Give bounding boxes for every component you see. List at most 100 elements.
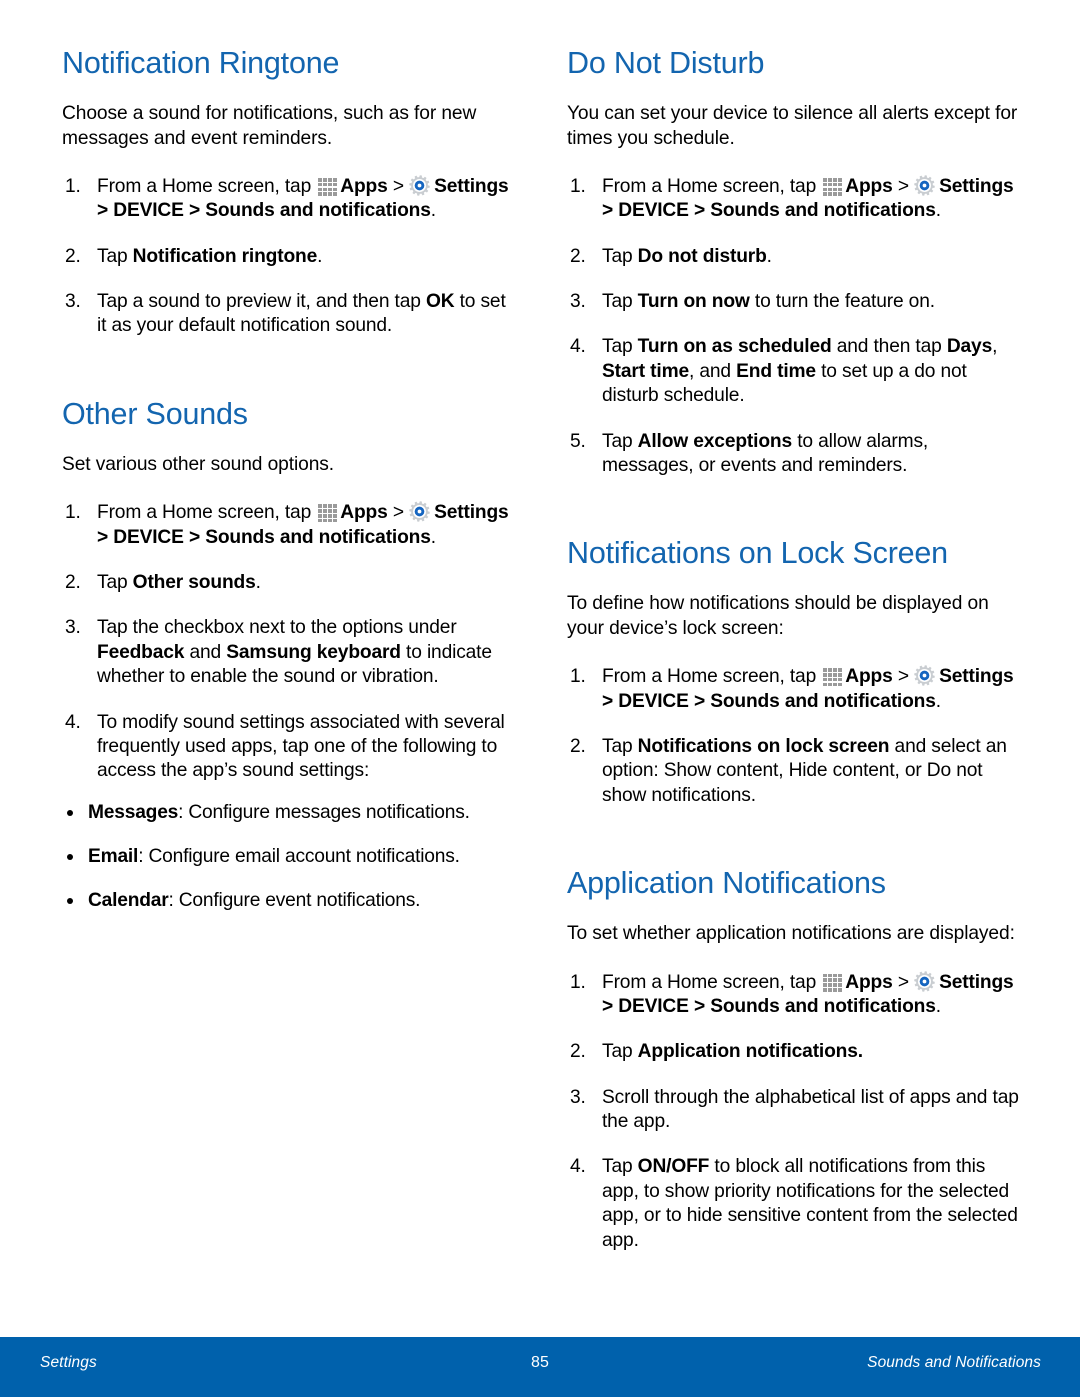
section-heading: Do Not Disturb: [567, 46, 765, 80]
right-column: Do Not Disturb You can set your device to…: [567, 46, 1020, 1253]
step-number: 1.: [570, 971, 586, 993]
instruction-step: 3. Tap the checkbox next to the options u…: [62, 616, 515, 689]
instruction-list: 1. From a Home screen, tap Apps > Setting…: [62, 175, 515, 339]
bullet-text: Email: Configure email account notificat…: [88, 846, 460, 868]
step-text: Tap ON/OFF to block all notifications fr…: [602, 1156, 1018, 1251]
settings-gear-icon: [409, 175, 430, 196]
step-number: 1.: [65, 175, 81, 197]
instruction-step: 2. Tap Notifications on lock screen and s…: [567, 735, 1020, 808]
step-text: From a Home screen, tap: [602, 666, 822, 688]
instruction-step: 1. From a Home screen, tap Apps > Setting…: [62, 501, 515, 550]
footer-section-label: Sounds and Notifications: [867, 1354, 1041, 1371]
apps-grid-icon: [318, 177, 337, 196]
instruction-step: 1. From a Home screen, tap Apps > Setting…: [567, 175, 1020, 224]
bullet-dot-icon: [67, 809, 73, 816]
step-text: Tap Notifications on lock screen and sel…: [602, 735, 1007, 806]
step-separator: >: [892, 175, 915, 197]
instruction-step: 1. From a Home screen, tap Apps > Setting…: [567, 970, 1020, 1020]
step-text: Tap Do not disturb.: [602, 245, 772, 267]
instruction-step: 4. Tap Turn on as scheduled and then tap …: [567, 335, 1020, 408]
settings-gear-icon: [914, 175, 935, 196]
instruction-list: 1. From a Home screen, tap Apps > Setting…: [62, 501, 515, 783]
instruction-step: 1. From a Home screen, tap Apps > Setting…: [62, 175, 515, 224]
step-separator: >: [892, 971, 915, 993]
bullet-list: Messages: Configure messages notificatio…: [62, 801, 515, 914]
step-number: 3.: [570, 1086, 586, 1108]
step-text: From a Home screen, tap: [97, 175, 317, 197]
apps-label: Apps: [845, 666, 893, 688]
step-period: .: [430, 200, 436, 222]
step-text: Tap Notification ringtone.: [97, 245, 323, 267]
step-number: 2.: [570, 245, 586, 267]
instruction-list: 1. From a Home screen, tap Apps > Setting…: [567, 665, 1020, 808]
instruction-step: 3. Scroll through the alphabetical list o…: [567, 1086, 1020, 1135]
step-text: From a Home screen, tap: [602, 175, 822, 197]
section-heading: Application Notifications: [567, 866, 886, 901]
step-text: Tap Allow exceptions to allow alarms, me…: [602, 430, 929, 476]
step-number: 2.: [65, 245, 81, 267]
step-number: 2.: [570, 1041, 586, 1063]
settings-gear-icon: [409, 501, 430, 523]
bullet-text: Messages: Configure messages notificatio…: [88, 801, 470, 823]
step-number: 4.: [570, 336, 586, 358]
step-text: Tap a sound to preview it, and then tap …: [97, 291, 506, 337]
bullet-dot-icon: [67, 898, 73, 905]
settings-gear-icon: [914, 970, 935, 992]
apps-grid-icon: [318, 504, 337, 523]
step-text: Tap Turn on now to turn the feature on.: [602, 291, 935, 313]
manual-page: Notification Ringtone Choose a sound for …: [0, 0, 1080, 1397]
step-period: .: [430, 526, 436, 548]
step-number: 3.: [570, 291, 586, 313]
step-text: To modify sound settings associated with…: [97, 711, 505, 782]
step-text: Tap the checkbox next to the options und…: [97, 617, 492, 688]
settings-gear-icon: [914, 665, 935, 686]
apps-label: Apps: [845, 971, 893, 993]
bullet-item: Calendar: Configure event notifications.: [62, 889, 515, 913]
apps-label: Apps: [340, 175, 388, 197]
instruction-step: 2. Tap Do not disturb.: [567, 245, 1020, 269]
instruction-list: 1. From a Home screen, tap Apps > Setting…: [567, 175, 1020, 478]
instruction-step: 2. Tap Application notifications.: [567, 1040, 1020, 1064]
section-intro: To set whether application notifications…: [567, 923, 1015, 945]
bullet-item: Email: Configure email account notificat…: [62, 845, 515, 869]
instruction-step: 4. To modify sound settings associated wi…: [62, 711, 515, 784]
instruction-step: 2. Tap Notification ringtone.: [62, 245, 515, 269]
step-number: 2.: [570, 735, 586, 757]
instruction-step: 1. From a Home screen, tap Apps > Setting…: [567, 665, 1020, 714]
bullet-item: Messages: Configure messages notificatio…: [62, 801, 515, 825]
step-text: Scroll through the alphabetical list of …: [602, 1086, 1019, 1133]
instruction-list: 1. From a Home screen, tap Apps > Setting…: [567, 970, 1020, 1253]
step-number: 1.: [570, 666, 586, 688]
section-heading: Notifications on Lock Screen: [567, 536, 948, 571]
bullet-dot-icon: [67, 854, 73, 861]
step-text: Tap Turn on as scheduled and then tap Da…: [602, 336, 998, 407]
step-number: 4.: [65, 711, 81, 733]
step-period: .: [935, 995, 941, 1017]
apps-grid-icon: [823, 973, 842, 992]
step-text: Tap Application notifications.: [602, 1041, 863, 1063]
instruction-step: 3. Tap Turn on now to turn the feature on…: [567, 290, 1020, 314]
page-footer: Settings 85 Sounds and Notifications: [0, 1337, 1080, 1397]
step-number: 5.: [570, 430, 586, 452]
step-text: From a Home screen, tap: [602, 971, 822, 993]
section-heading: Other Sounds: [62, 396, 248, 431]
instruction-step: 4. Tap ON/OFF to block all notifications …: [567, 1155, 1020, 1253]
step-separator: >: [892, 666, 915, 688]
step-number: 4.: [570, 1156, 586, 1178]
section-intro: Set various other sound options.: [62, 453, 334, 475]
step-number: 3.: [65, 291, 81, 313]
two-column-body: Notification Ringtone Choose a sound for …: [62, 46, 1020, 1253]
section-intro: You can set your device to silence all a…: [567, 103, 1018, 149]
step-number: 2.: [65, 572, 81, 594]
step-separator: >: [387, 175, 410, 197]
step-period: .: [935, 690, 941, 712]
apps-label: Apps: [845, 175, 893, 197]
step-text: From a Home screen, tap: [97, 502, 317, 524]
step-number: 3.: [65, 617, 81, 639]
instruction-step: 5. Tap Allow exceptions to allow alarms, …: [567, 430, 1020, 479]
bullet-text: Calendar: Configure event notifications.: [88, 890, 421, 912]
left-column: Notification Ringtone Choose a sound for …: [62, 46, 515, 1253]
instruction-step: 3. Tap a sound to preview it, and then ta…: [62, 290, 515, 339]
step-text: Tap Other sounds.: [97, 572, 261, 594]
apps-label: Apps: [340, 502, 388, 524]
